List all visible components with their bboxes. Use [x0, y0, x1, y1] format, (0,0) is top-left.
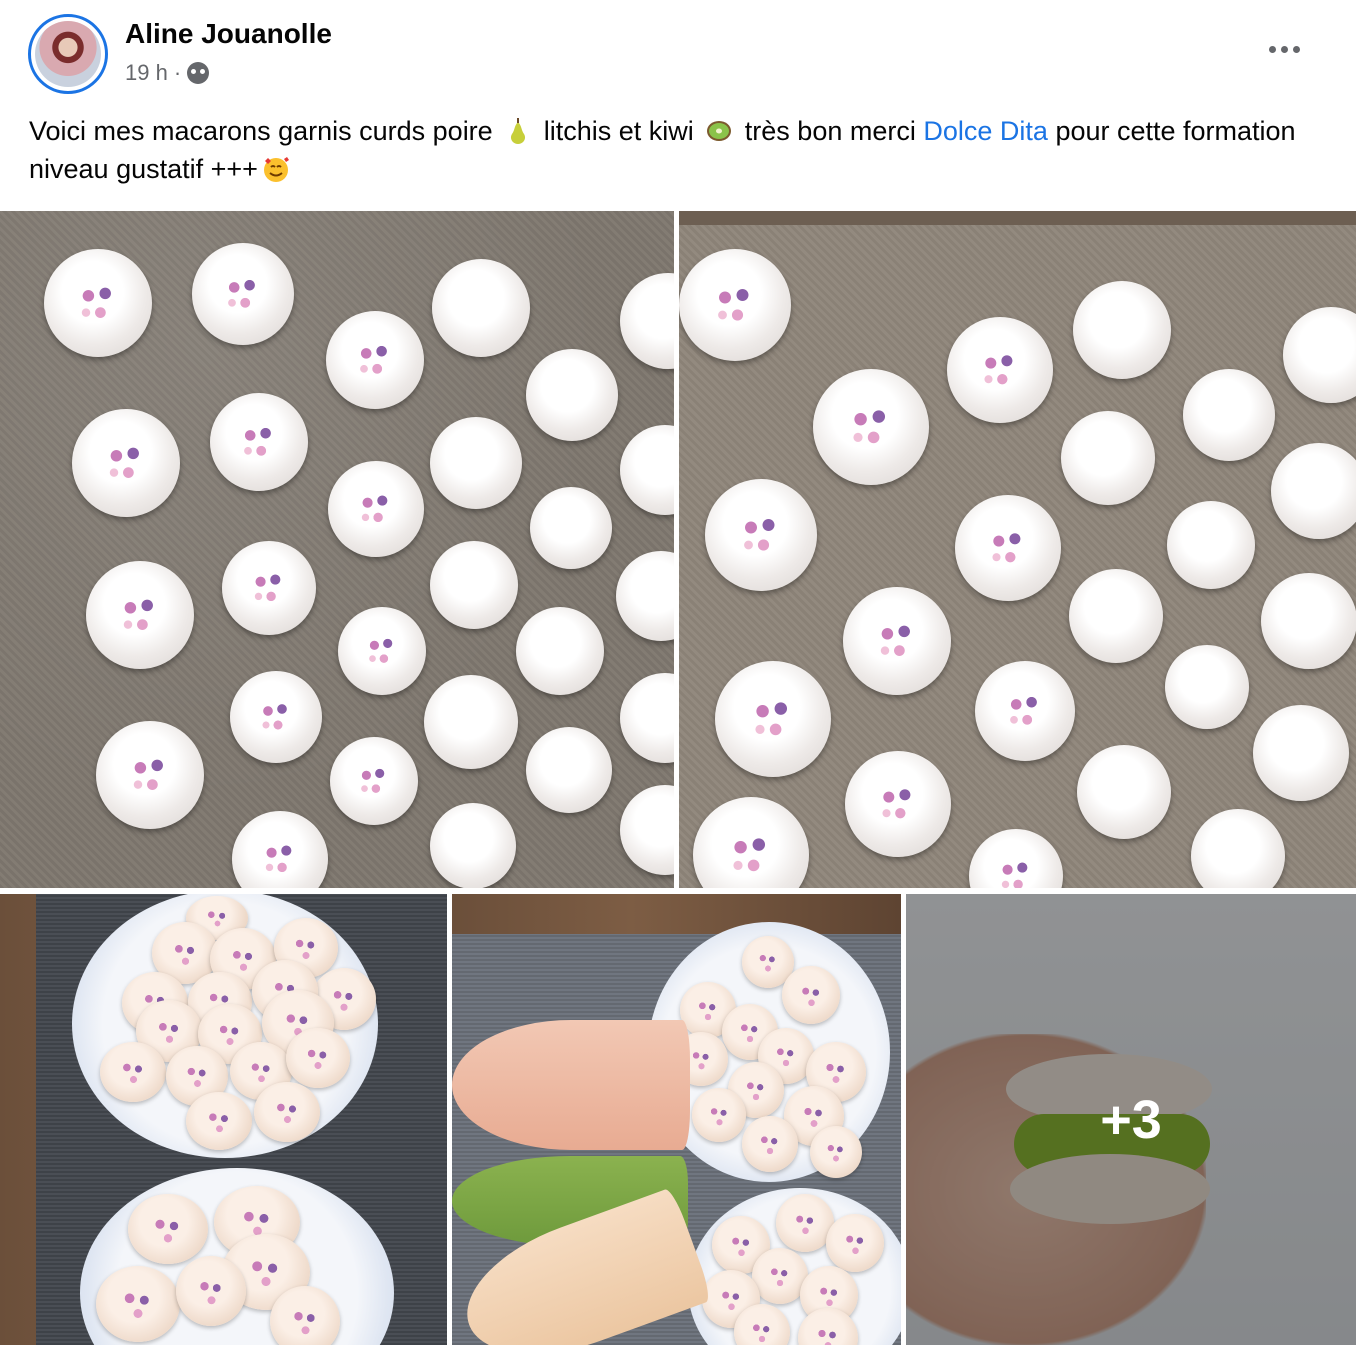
post-text-part1: Voici mes macarons garnis curds poire [29, 116, 493, 146]
post-meta: 19 h · [125, 60, 210, 86]
post-text-part2: litchis et kiwi [543, 116, 694, 146]
author-avatar[interactable] [28, 14, 108, 94]
photo-macaron-shells-tray-2[interactable] [679, 211, 1356, 888]
photo-grid: +3 [0, 211, 1356, 1345]
more-options-icon[interactable] [1264, 38, 1304, 60]
author-name[interactable]: Aline Jouanolle [125, 18, 332, 50]
smiling-face-with-hearts-emoji [263, 157, 289, 182]
meta-separator: · [173, 60, 182, 85]
post-header: Aline Jouanolle 19 h · [0, 0, 1356, 110]
kiwi-emoji [707, 121, 732, 141]
friends-icon[interactable] [187, 62, 210, 84]
mention-link[interactable]: Dolce Dita [923, 116, 1048, 146]
more-photos-overlay[interactable]: +3 [906, 894, 1356, 1345]
pear-emoji [511, 118, 526, 144]
post-timestamp[interactable]: 19 h [125, 60, 168, 86]
photo-macaron-shells-tray-1[interactable] [0, 211, 674, 888]
post-text-part3: très bon merci [744, 116, 916, 146]
photo-macarons-with-piping-bags[interactable] [452, 894, 901, 1345]
post-text: Voici mes macarons garnis curds poire li… [29, 112, 1329, 188]
photo-macarons-on-plates[interactable] [0, 894, 447, 1345]
photo-macaron-kiwi-filling-in-hand[interactable]: +3 [906, 894, 1356, 1345]
more-photos-count: +3 [1100, 1089, 1162, 1150]
